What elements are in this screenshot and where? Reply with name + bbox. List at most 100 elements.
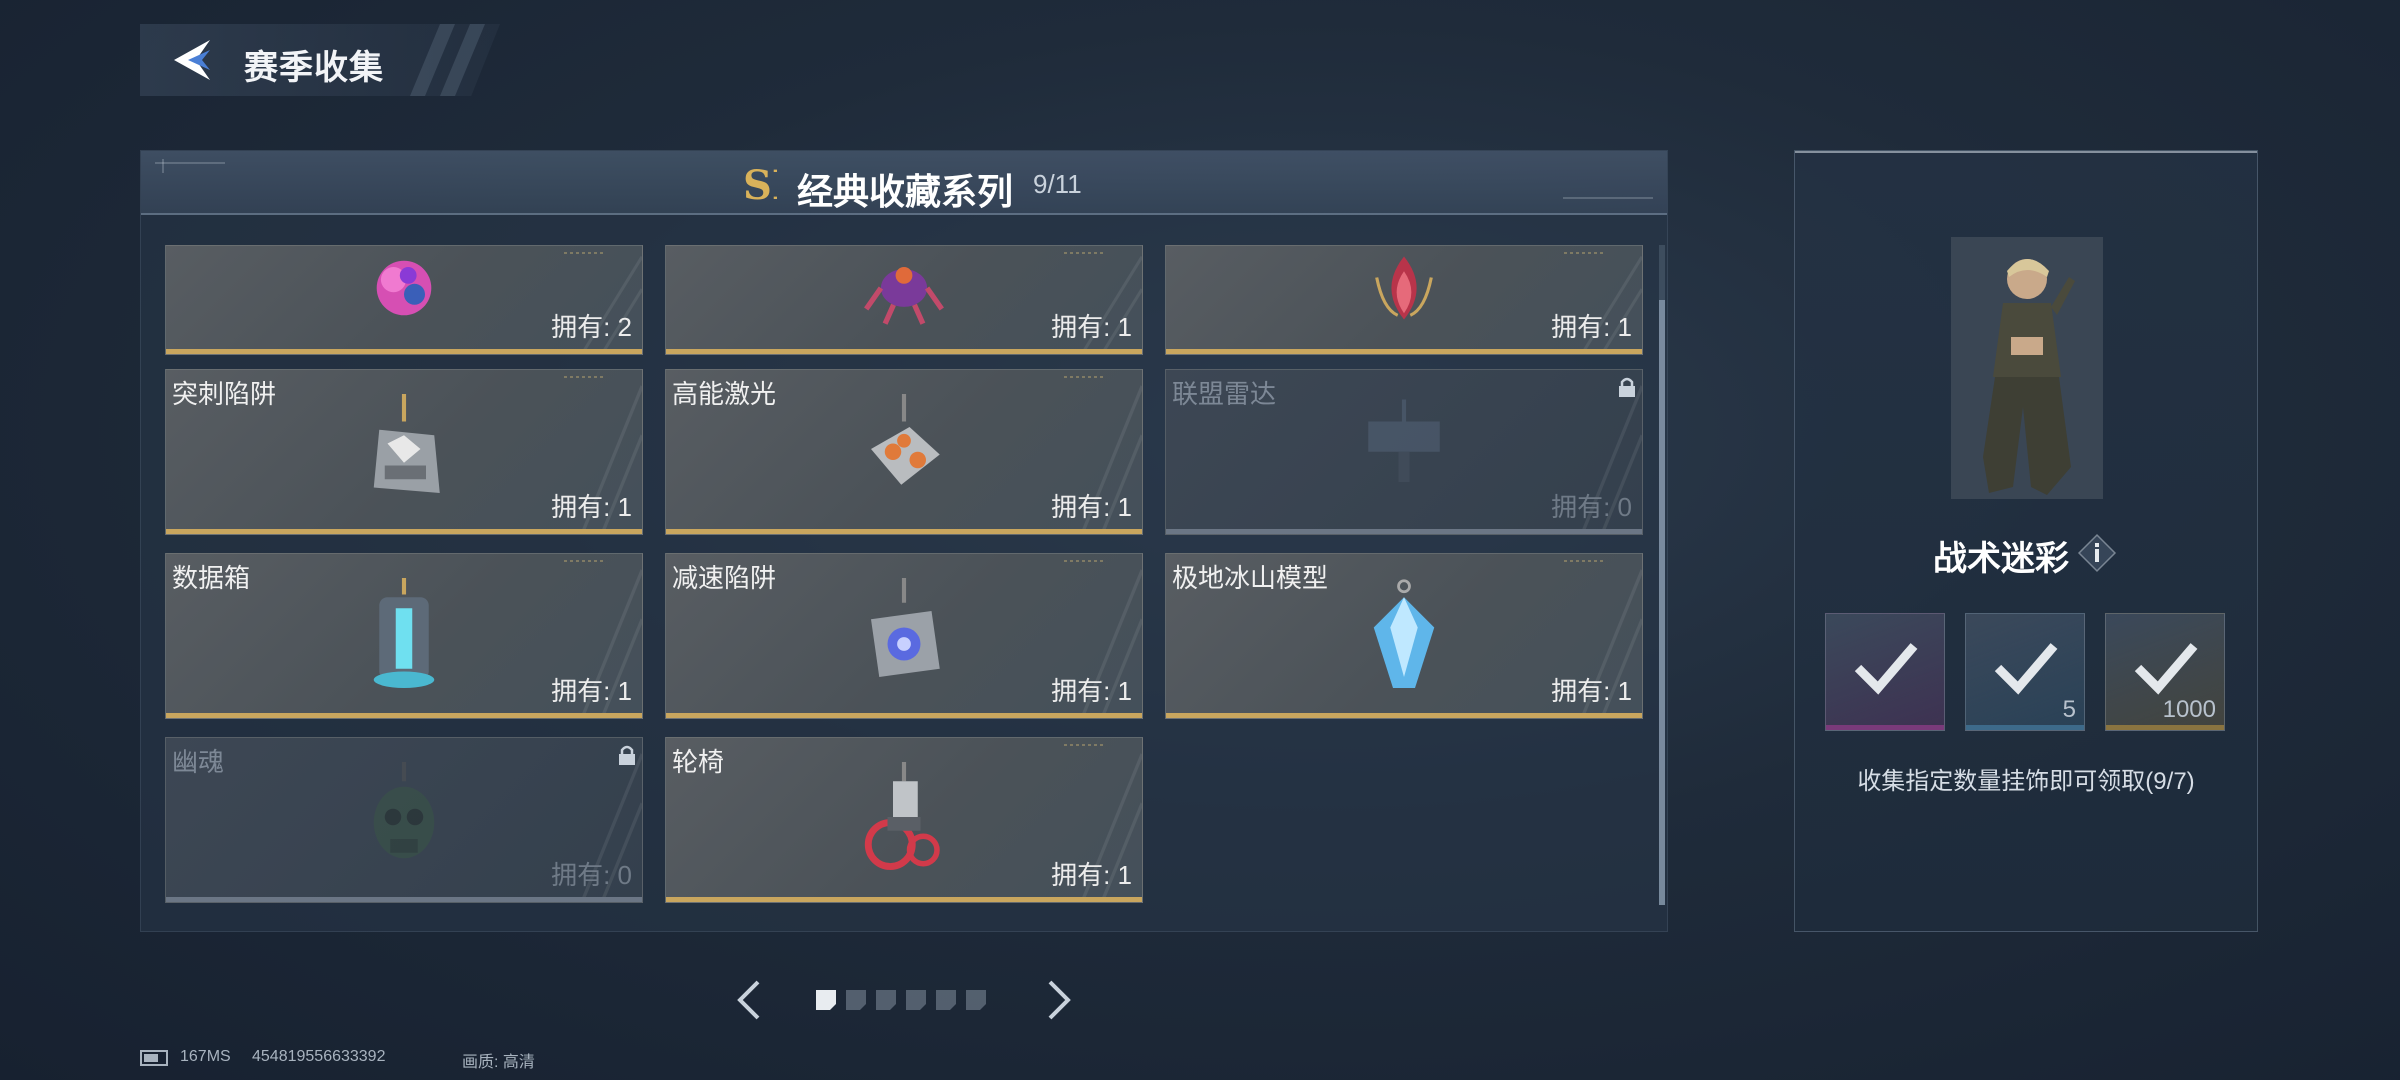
page-title: 赛季收集	[244, 49, 384, 87]
card-bottom-bar	[166, 897, 642, 902]
collect-progress-text: 收集指定数量挂饰即可领取(9/7)	[1857, 768, 2195, 795]
ghost-skull-charm-icon	[373, 762, 435, 859]
collection-card[interactable]: 减速陷阱拥有: 1	[665, 553, 1143, 719]
page-dot[interactable]	[876, 990, 896, 1010]
owned-count: 拥有: 1	[1551, 312, 1632, 342]
spike-trap-charm-icon	[373, 394, 440, 493]
card-item-name: 幽魂	[172, 747, 225, 777]
top-header: 赛季收集	[140, 24, 500, 96]
header-corner-decoration	[155, 159, 225, 173]
owned-count: 拥有: 2	[551, 312, 632, 342]
card-dots-decoration	[1564, 252, 1604, 254]
info-icon[interactable]	[2077, 533, 2117, 573]
collection-grid: 拥有: 2 拥有: 1 拥有: 1 突刺陷阱 拥有: 1 高能激光 拥有: 1 联盟雷达 拥有:…	[165, 245, 1643, 905]
owned-count: 拥有: 1	[551, 492, 632, 522]
check-icon	[1994, 643, 2058, 695]
collection-card[interactable]: 极地冰山模型 拥有: 1	[1165, 553, 1643, 719]
card-dots-decoration	[1064, 560, 1104, 562]
svg-text:SI: SI	[743, 162, 777, 207]
card-dots-decoration	[1564, 560, 1604, 562]
check-icon	[2134, 643, 2198, 695]
ping-text: 167MS	[180, 1048, 231, 1065]
card-bottom-bar	[166, 349, 642, 354]
device-icon	[140, 1050, 168, 1066]
card-item-name: 数据箱	[172, 563, 251, 593]
collection-card[interactable]: 拥有: 2	[165, 245, 643, 355]
card-bottom-bar	[1166, 713, 1642, 718]
reward-quantity: 5	[2062, 696, 2076, 723]
grid-scrollbar[interactable]	[1659, 245, 1665, 905]
page-dot[interactable]	[906, 990, 926, 1010]
reward-quantity: 1000	[2162, 696, 2216, 723]
owned-count: 拥有: 1	[1051, 312, 1132, 342]
card-bottom-bar	[666, 349, 1142, 354]
laser-charm-icon	[871, 394, 940, 485]
prev-page-arrow-icon[interactable]	[730, 976, 770, 1024]
lock-icon	[1619, 377, 1635, 397]
page-navigation	[720, 970, 1090, 1030]
card-dots-decoration	[1064, 376, 1104, 378]
owned-count: 拥有: 1	[1551, 676, 1632, 706]
card-item-name: 轮椅	[672, 747, 725, 777]
reward-panel: 战术迷彩 5 1000 收集指定数量挂饰即可领取(9/7)	[1794, 150, 2258, 932]
data-box-charm-icon	[373, 578, 435, 688]
collection-card[interactable]: 突刺陷阱拥有: 1	[165, 369, 643, 535]
reward-rarity-bar	[2106, 725, 2224, 730]
slow-trap-charm-icon	[871, 578, 940, 677]
reward-rarity-bar	[1966, 725, 2084, 730]
header-fine-print-decoration	[1563, 197, 1653, 199]
collection-card[interactable]: 高能激光拥有: 1	[665, 369, 1143, 535]
card-bottom-bar	[166, 529, 642, 534]
collection-card[interactable]: 数据箱 拥有: 1	[165, 553, 643, 719]
red-bloom-charm-icon	[1375, 256, 1433, 320]
reward-item[interactable]: 5	[1965, 613, 2085, 731]
owned-count: 拥有: 0	[1551, 492, 1632, 522]
page-dot[interactable]	[966, 990, 986, 1010]
panel-top-line	[1795, 151, 2257, 153]
card-dots-decoration	[1064, 744, 1104, 746]
collection-card[interactable]: 拥有: 1	[665, 245, 1143, 355]
card-item-name: 突刺陷阱	[172, 379, 277, 409]
card-bottom-bar	[1166, 349, 1642, 354]
check-icon	[1854, 643, 1918, 695]
series-logo-icon: SI	[743, 162, 777, 207]
card-bottom-bar	[166, 713, 642, 718]
card-dots-decoration	[564, 252, 604, 254]
owned-count: 拥有: 1	[1051, 676, 1132, 706]
reward-item[interactable]	[1825, 613, 1945, 731]
series-title: 经典收藏系列	[797, 171, 1014, 212]
radar-charm-icon	[1368, 399, 1440, 493]
reward-rarity-bar	[1826, 725, 1944, 730]
purple-scorpion-charm-icon	[864, 267, 944, 325]
page-dot[interactable]	[846, 990, 866, 1010]
collection-card[interactable]: 拥有: 1	[1165, 245, 1643, 355]
user-id-text: 454819556633392	[252, 1048, 386, 1065]
series-count: 9/11	[1033, 169, 1082, 199]
collection-panel: SI 经典收藏系列 9/11 拥有: 2拥有: 1拥有: 1突刺陷阱拥有: 1高…	[140, 150, 1668, 932]
card-dots-decoration	[1064, 252, 1104, 254]
owned-count: 拥有: 1	[1051, 492, 1132, 522]
header-stripes-decoration	[410, 24, 485, 96]
card-bottom-bar	[1166, 529, 1642, 534]
next-page-arrow-icon[interactable]	[1038, 976, 1078, 1024]
card-bottom-bar	[666, 529, 1142, 534]
scrollbar-thumb[interactable]	[1659, 300, 1665, 905]
card-item-name: 联盟雷达	[1172, 379, 1277, 409]
iceberg-charm-icon	[1373, 579, 1435, 688]
back-arrow-icon[interactable]	[166, 34, 218, 86]
page-dot[interactable]	[816, 990, 836, 1010]
collection-card[interactable]: 轮椅拥有: 1	[665, 737, 1143, 903]
collection-card[interactable]: 联盟雷达拥有: 0	[1165, 369, 1643, 535]
character-portrait[interactable]	[1951, 237, 2103, 499]
card-bottom-bar	[666, 897, 1142, 902]
skin-name: 战术迷彩	[1933, 540, 2069, 578]
card-item-name: 减速陷阱	[672, 563, 777, 593]
series-header: SI 经典收藏系列 9/11	[141, 151, 1667, 215]
owned-count: 拥有: 1	[1051, 860, 1132, 890]
reward-item[interactable]: 1000	[2105, 613, 2225, 731]
page-dot[interactable]	[936, 990, 956, 1010]
card-item-name: 高能激光	[672, 379, 777, 409]
lock-icon	[619, 745, 635, 765]
owned-count: 拥有: 0	[551, 860, 632, 890]
collection-card[interactable]: 幽魂拥有: 0	[165, 737, 643, 903]
